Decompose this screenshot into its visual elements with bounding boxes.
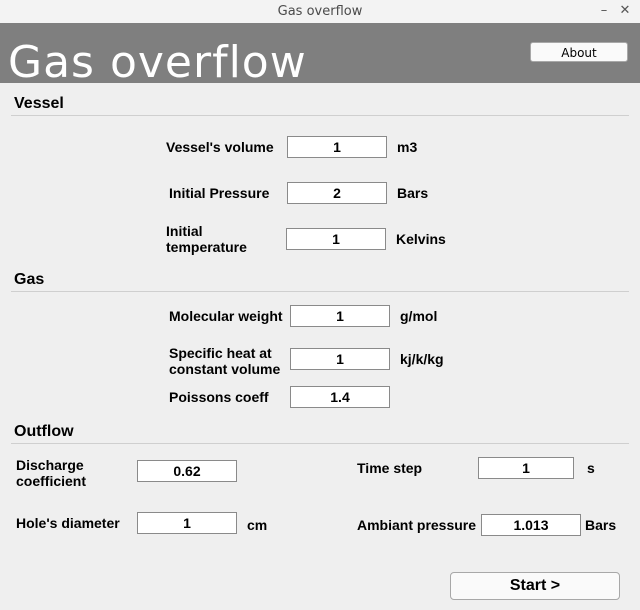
discharge-coefficient-input[interactable] [137, 460, 237, 482]
hole-diameter-unit: cm [247, 517, 268, 533]
vessel-volume-input[interactable] [287, 136, 387, 158]
gas-section-heading: Gas [14, 271, 45, 288]
molecular-weight-label: Molecular weight [169, 308, 283, 324]
vessel-volume-label: Vessel's volume [166, 139, 274, 155]
specific-heat-label-line2: constant volume [169, 361, 281, 377]
discharge-coefficient-label-line1: Discharge [16, 457, 84, 473]
gas-divider [11, 291, 629, 292]
time-step-label: Time step [357, 460, 423, 476]
specific-heat-label: Specific heat at constant volume [169, 345, 280, 377]
vessel-divider [11, 115, 629, 116]
window-title: Gas overflow [277, 4, 363, 19]
initial-temperature-unit: Kelvins [396, 231, 446, 247]
minimize-icon[interactable]: – [595, 2, 613, 20]
poissons-coeff-input[interactable] [290, 386, 390, 408]
initial-temperature-label-line2: temperature [166, 239, 247, 255]
close-icon[interactable]: ✕ [616, 2, 634, 20]
app-logo: Gas overflow [8, 37, 307, 84]
vessel-volume-unit: m3 [397, 139, 418, 155]
initial-temperature-label: Initial temperature [166, 223, 247, 255]
about-button[interactable]: About [530, 42, 628, 62]
hole-diameter-label: Hole's diameter [16, 515, 120, 531]
hole-diameter-input[interactable] [137, 512, 237, 534]
window-titlebar: Gas overflow – ✕ [0, 0, 640, 24]
initial-temperature-label-line1: Initial [166, 223, 203, 239]
outflow-section-heading: Outflow [14, 423, 74, 440]
vessel-section-heading: Vessel [14, 95, 64, 112]
specific-heat-unit: kj/k/kg [400, 351, 444, 367]
initial-pressure-label: Initial Pressure [169, 185, 270, 201]
ambient-pressure-unit: Bars [585, 517, 617, 533]
molecular-weight-input[interactable] [290, 305, 390, 327]
start-button[interactable]: Start > [450, 572, 620, 600]
ambient-pressure-input[interactable] [481, 514, 581, 536]
time-step-unit: s [587, 460, 595, 476]
time-step-input[interactable] [478, 457, 574, 479]
discharge-coefficient-label: Discharge coefficient [16, 457, 86, 489]
poissons-coeff-label: Poissons coeff [169, 389, 269, 405]
ambient-pressure-label: Ambiant pressure [357, 517, 477, 533]
specific-heat-label-line1: Specific heat at [169, 345, 272, 361]
outflow-divider [11, 443, 629, 444]
molecular-weight-unit: g/mol [400, 308, 438, 324]
initial-pressure-input[interactable] [287, 182, 387, 204]
specific-heat-input[interactable] [290, 348, 390, 370]
initial-temperature-input[interactable] [286, 228, 386, 250]
discharge-coefficient-label-line2: coefficient [16, 473, 87, 489]
initial-pressure-unit: Bars [397, 185, 429, 201]
